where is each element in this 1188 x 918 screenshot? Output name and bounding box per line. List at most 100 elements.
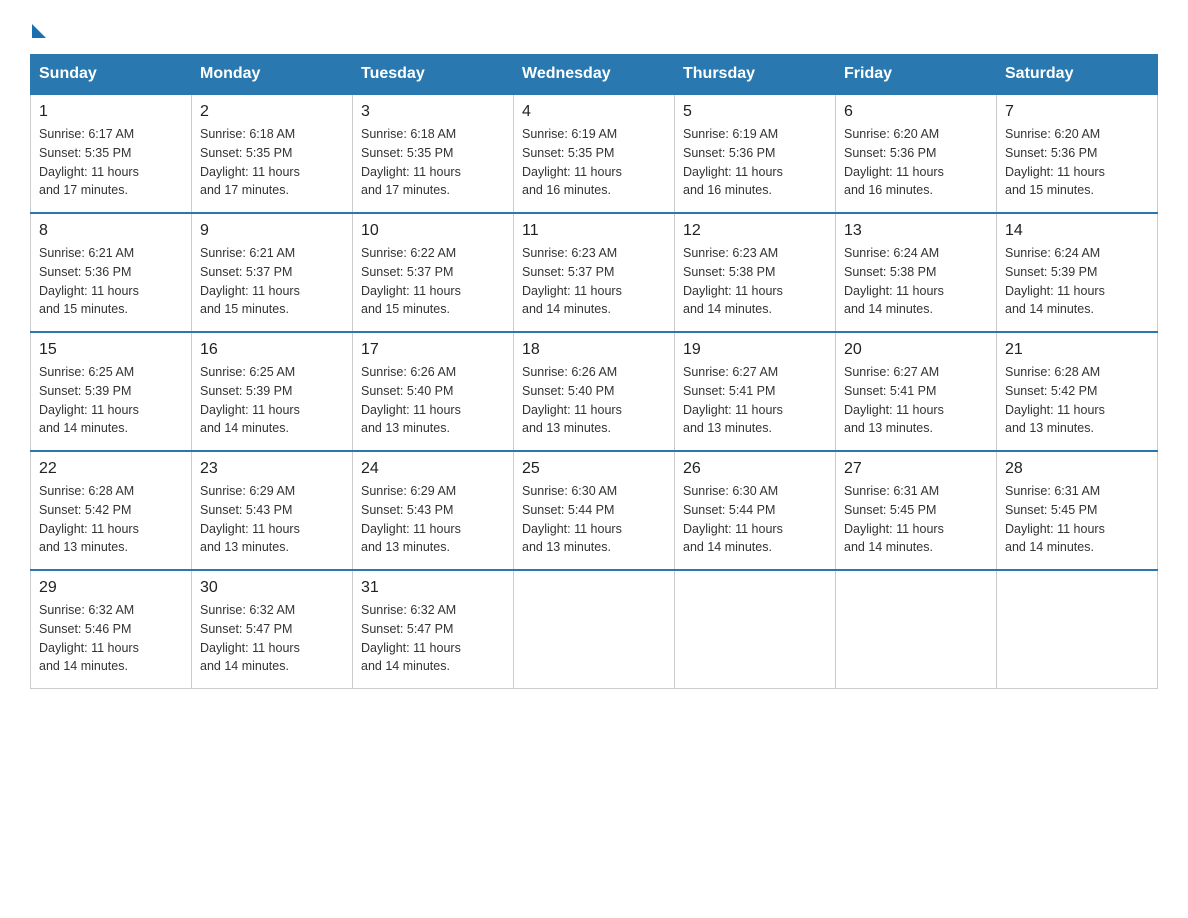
calendar-week-3: 15 Sunrise: 6:25 AM Sunset: 5:39 PM Dayl…	[31, 332, 1158, 451]
day-number: 23	[200, 460, 344, 478]
calendar-cell: 25 Sunrise: 6:30 AM Sunset: 5:44 PM Dayl…	[514, 451, 675, 570]
calendar-cell: 29 Sunrise: 6:32 AM Sunset: 5:46 PM Dayl…	[31, 570, 192, 689]
day-number: 8	[39, 222, 183, 240]
day-number: 10	[361, 222, 505, 240]
day-info: Sunrise: 6:24 AM Sunset: 5:39 PM Dayligh…	[1005, 244, 1149, 319]
day-info: Sunrise: 6:31 AM Sunset: 5:45 PM Dayligh…	[844, 482, 988, 557]
day-info: Sunrise: 6:28 AM Sunset: 5:42 PM Dayligh…	[39, 482, 183, 557]
day-number: 29	[39, 579, 183, 597]
day-number: 6	[844, 103, 988, 121]
day-number: 25	[522, 460, 666, 478]
day-number: 17	[361, 341, 505, 359]
calendar-week-2: 8 Sunrise: 6:21 AM Sunset: 5:36 PM Dayli…	[31, 213, 1158, 332]
header-wednesday: Wednesday	[514, 55, 675, 95]
day-info: Sunrise: 6:30 AM Sunset: 5:44 PM Dayligh…	[683, 482, 827, 557]
calendar-cell: 11 Sunrise: 6:23 AM Sunset: 5:37 PM Dayl…	[514, 213, 675, 332]
calendar-cell: 31 Sunrise: 6:32 AM Sunset: 5:47 PM Dayl…	[353, 570, 514, 689]
calendar-cell: 13 Sunrise: 6:24 AM Sunset: 5:38 PM Dayl…	[836, 213, 997, 332]
calendar-cell: 26 Sunrise: 6:30 AM Sunset: 5:44 PM Dayl…	[675, 451, 836, 570]
calendar-cell: 3 Sunrise: 6:18 AM Sunset: 5:35 PM Dayli…	[353, 94, 514, 213]
calendar-cell: 14 Sunrise: 6:24 AM Sunset: 5:39 PM Dayl…	[997, 213, 1158, 332]
day-info: Sunrise: 6:17 AM Sunset: 5:35 PM Dayligh…	[39, 125, 183, 200]
day-number: 13	[844, 222, 988, 240]
day-number: 3	[361, 103, 505, 121]
day-number: 15	[39, 341, 183, 359]
calendar-cell: 7 Sunrise: 6:20 AM Sunset: 5:36 PM Dayli…	[997, 94, 1158, 213]
calendar-cell	[675, 570, 836, 689]
day-number: 14	[1005, 222, 1149, 240]
header-saturday: Saturday	[997, 55, 1158, 95]
day-info: Sunrise: 6:22 AM Sunset: 5:37 PM Dayligh…	[361, 244, 505, 319]
day-info: Sunrise: 6:20 AM Sunset: 5:36 PM Dayligh…	[1005, 125, 1149, 200]
calendar-cell	[997, 570, 1158, 689]
calendar-table: SundayMondayTuesdayWednesdayThursdayFrid…	[30, 54, 1158, 689]
day-number: 5	[683, 103, 827, 121]
day-info: Sunrise: 6:32 AM Sunset: 5:46 PM Dayligh…	[39, 601, 183, 676]
day-number: 27	[844, 460, 988, 478]
day-info: Sunrise: 6:29 AM Sunset: 5:43 PM Dayligh…	[361, 482, 505, 557]
day-info: Sunrise: 6:20 AM Sunset: 5:36 PM Dayligh…	[844, 125, 988, 200]
calendar-cell: 23 Sunrise: 6:29 AM Sunset: 5:43 PM Dayl…	[192, 451, 353, 570]
day-info: Sunrise: 6:27 AM Sunset: 5:41 PM Dayligh…	[683, 363, 827, 438]
day-info: Sunrise: 6:18 AM Sunset: 5:35 PM Dayligh…	[200, 125, 344, 200]
calendar-cell: 21 Sunrise: 6:28 AM Sunset: 5:42 PM Dayl…	[997, 332, 1158, 451]
day-info: Sunrise: 6:25 AM Sunset: 5:39 PM Dayligh…	[200, 363, 344, 438]
calendar-cell: 8 Sunrise: 6:21 AM Sunset: 5:36 PM Dayli…	[31, 213, 192, 332]
calendar-cell: 16 Sunrise: 6:25 AM Sunset: 5:39 PM Dayl…	[192, 332, 353, 451]
day-info: Sunrise: 6:26 AM Sunset: 5:40 PM Dayligh…	[361, 363, 505, 438]
calendar-cell: 10 Sunrise: 6:22 AM Sunset: 5:37 PM Dayl…	[353, 213, 514, 332]
calendar-cell	[836, 570, 997, 689]
calendar-cell: 30 Sunrise: 6:32 AM Sunset: 5:47 PM Dayl…	[192, 570, 353, 689]
day-number: 11	[522, 222, 666, 240]
day-number: 31	[361, 579, 505, 597]
calendar-cell	[514, 570, 675, 689]
day-info: Sunrise: 6:32 AM Sunset: 5:47 PM Dayligh…	[200, 601, 344, 676]
day-info: Sunrise: 6:19 AM Sunset: 5:35 PM Dayligh…	[522, 125, 666, 200]
day-info: Sunrise: 6:19 AM Sunset: 5:36 PM Dayligh…	[683, 125, 827, 200]
calendar-cell: 20 Sunrise: 6:27 AM Sunset: 5:41 PM Dayl…	[836, 332, 997, 451]
day-number: 19	[683, 341, 827, 359]
day-info: Sunrise: 6:18 AM Sunset: 5:35 PM Dayligh…	[361, 125, 505, 200]
header-sunday: Sunday	[31, 55, 192, 95]
day-info: Sunrise: 6:31 AM Sunset: 5:45 PM Dayligh…	[1005, 482, 1149, 557]
calendar-cell: 27 Sunrise: 6:31 AM Sunset: 5:45 PM Dayl…	[836, 451, 997, 570]
day-number: 21	[1005, 341, 1149, 359]
calendar-cell: 2 Sunrise: 6:18 AM Sunset: 5:35 PM Dayli…	[192, 94, 353, 213]
logo-arrow-icon	[32, 24, 46, 38]
day-number: 26	[683, 460, 827, 478]
day-info: Sunrise: 6:28 AM Sunset: 5:42 PM Dayligh…	[1005, 363, 1149, 438]
calendar-cell: 4 Sunrise: 6:19 AM Sunset: 5:35 PM Dayli…	[514, 94, 675, 213]
calendar-week-4: 22 Sunrise: 6:28 AM Sunset: 5:42 PM Dayl…	[31, 451, 1158, 570]
calendar-cell: 19 Sunrise: 6:27 AM Sunset: 5:41 PM Dayl…	[675, 332, 836, 451]
day-info: Sunrise: 6:21 AM Sunset: 5:37 PM Dayligh…	[200, 244, 344, 319]
calendar-cell: 22 Sunrise: 6:28 AM Sunset: 5:42 PM Dayl…	[31, 451, 192, 570]
day-number: 4	[522, 103, 666, 121]
day-number: 24	[361, 460, 505, 478]
header-monday: Monday	[192, 55, 353, 95]
calendar-cell: 1 Sunrise: 6:17 AM Sunset: 5:35 PM Dayli…	[31, 94, 192, 213]
header-thursday: Thursday	[675, 55, 836, 95]
calendar-cell: 17 Sunrise: 6:26 AM Sunset: 5:40 PM Dayl…	[353, 332, 514, 451]
calendar-cell: 24 Sunrise: 6:29 AM Sunset: 5:43 PM Dayl…	[353, 451, 514, 570]
day-info: Sunrise: 6:24 AM Sunset: 5:38 PM Dayligh…	[844, 244, 988, 319]
day-info: Sunrise: 6:29 AM Sunset: 5:43 PM Dayligh…	[200, 482, 344, 557]
day-number: 20	[844, 341, 988, 359]
calendar-week-5: 29 Sunrise: 6:32 AM Sunset: 5:46 PM Dayl…	[31, 570, 1158, 689]
day-number: 28	[1005, 460, 1149, 478]
day-info: Sunrise: 6:21 AM Sunset: 5:36 PM Dayligh…	[39, 244, 183, 319]
page-header	[30, 20, 1158, 34]
header-friday: Friday	[836, 55, 997, 95]
calendar-cell: 9 Sunrise: 6:21 AM Sunset: 5:37 PM Dayli…	[192, 213, 353, 332]
logo	[30, 20, 46, 34]
day-number: 1	[39, 103, 183, 121]
day-number: 12	[683, 222, 827, 240]
day-info: Sunrise: 6:23 AM Sunset: 5:38 PM Dayligh…	[683, 244, 827, 319]
calendar-header-row: SundayMondayTuesdayWednesdayThursdayFrid…	[31, 55, 1158, 95]
calendar-cell: 5 Sunrise: 6:19 AM Sunset: 5:36 PM Dayli…	[675, 94, 836, 213]
calendar-cell: 15 Sunrise: 6:25 AM Sunset: 5:39 PM Dayl…	[31, 332, 192, 451]
day-number: 9	[200, 222, 344, 240]
calendar-cell: 18 Sunrise: 6:26 AM Sunset: 5:40 PM Dayl…	[514, 332, 675, 451]
calendar-week-1: 1 Sunrise: 6:17 AM Sunset: 5:35 PM Dayli…	[31, 94, 1158, 213]
day-info: Sunrise: 6:26 AM Sunset: 5:40 PM Dayligh…	[522, 363, 666, 438]
day-number: 16	[200, 341, 344, 359]
